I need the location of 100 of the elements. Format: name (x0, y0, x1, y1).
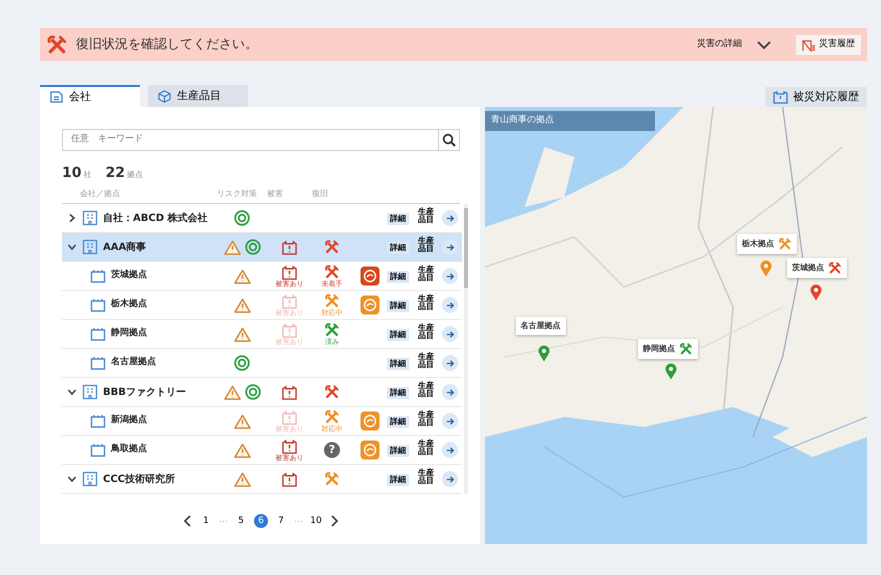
map-title: 青山商事の拠点 (485, 111, 655, 130)
map-pin-icon[interactable] (538, 345, 550, 362)
count-value: 10 (62, 165, 82, 181)
building-icon (82, 471, 98, 487)
detail-button[interactable]: 詳細 (387, 270, 409, 283)
page-ellipsis: … (219, 514, 228, 528)
products-link[interactable]: 生産品目 (417, 440, 435, 457)
arrow-right-icon[interactable] (442, 355, 458, 371)
map-callout[interactable]: 茨城拠点 (786, 258, 847, 278)
row-name: 栃木拠点 (111, 298, 147, 312)
map-pin-icon[interactable] (664, 362, 677, 380)
arrow-right-icon[interactable] (442, 326, 458, 342)
building-icon (90, 414, 106, 428)
map-callout[interactable]: 名古屋拠点 (516, 316, 566, 335)
building-icon (90, 356, 106, 370)
detail-button[interactable]: 詳細 (387, 444, 409, 457)
arrow-right-icon[interactable] (442, 442, 458, 458)
detail-button[interactable]: 詳細 (387, 474, 409, 486)
caret-icon[interactable] (67, 474, 77, 484)
chevron-right-icon[interactable] (329, 515, 339, 527)
row-name: 新潟拠点 (111, 414, 147, 428)
alert-icon[interactable] (360, 266, 380, 286)
disaster-detail-toggle[interactable]: 災害の詳細 (691, 34, 748, 54)
building-icon (82, 210, 98, 226)
table-row[interactable]: BBBファクトリー 詳細 生産品目 (62, 378, 462, 407)
row-name: CCC技術研究所 (103, 472, 176, 486)
column-header: 会社／拠点 (80, 188, 120, 200)
column-header: 被害 (267, 188, 283, 200)
site-label: 静岡拠点 (642, 342, 675, 355)
row-name: 名古屋拠点 (111, 356, 156, 370)
arrow-right-icon[interactable] (442, 210, 458, 226)
row-name: AAA商事 (103, 240, 146, 254)
disaster-history-button[interactable]: 災害履歴 (796, 34, 861, 54)
building-icon (90, 298, 106, 312)
chevron-left-icon[interactable] (183, 515, 193, 527)
column-header: リスク対策 (217, 188, 257, 200)
detail-button[interactable]: 詳細 (387, 386, 409, 399)
detail-button[interactable]: 詳細 (387, 242, 409, 254)
page-button[interactable]: 10 (309, 514, 323, 528)
row-name: 鳥取拠点 (111, 443, 147, 456)
table-row[interactable]: AAA商事 詳細 生産品目 (62, 233, 462, 262)
scrollbar[interactable] (464, 204, 468, 494)
caret-icon[interactable] (67, 387, 77, 397)
products-link[interactable]: 生産品目 (417, 353, 435, 370)
building-icon (773, 90, 788, 104)
tab[interactable]: 生産品目 (148, 85, 248, 107)
products-link[interactable]: 生産品目 (417, 266, 435, 283)
arrow-right-icon[interactable] (442, 471, 458, 487)
row-name: 自社：ABCD 株式会社 (103, 212, 208, 226)
map-callout[interactable]: 静岡拠点 (638, 338, 698, 359)
arrow-right-icon[interactable] (442, 413, 458, 429)
building-icon (90, 443, 106, 457)
building-icon (82, 239, 98, 255)
products-link[interactable]: 生産品目 (417, 324, 435, 341)
search-field[interactable]: 任意 キーワード (62, 129, 438, 151)
products-link[interactable]: 生産品目 (417, 295, 435, 312)
row-name: BBBファクトリー (103, 386, 186, 400)
arrow-right-icon[interactable] (442, 239, 458, 255)
row-name: 静岡拠点 (111, 327, 147, 340)
arrow-right-icon[interactable] (442, 268, 458, 284)
detail-button[interactable]: 詳細 (387, 416, 409, 428)
page-ellipsis: … (294, 514, 303, 528)
response-history-button[interactable]: 被災対応履歴 (765, 87, 867, 107)
chevron-down-icon[interactable] (756, 40, 772, 50)
products-link[interactable]: 生産品目 (417, 469, 435, 486)
detail-button[interactable]: 詳細 (387, 212, 409, 225)
tab[interactable]: 会社 (40, 85, 140, 107)
page-button[interactable]: 6 (254, 514, 268, 528)
page-button[interactable]: 1 (199, 514, 213, 528)
building-icon (90, 269, 106, 283)
arrow-right-icon[interactable] (442, 297, 458, 313)
page-button[interactable]: 5 (234, 514, 248, 528)
tools-icon (46, 34, 68, 56)
page-button[interactable]: 7 (274, 514, 288, 528)
count-unit: 社 (83, 170, 92, 179)
count-value: 22 (105, 165, 125, 181)
site-label: 栃木拠点 (742, 238, 774, 250)
document-icon (50, 91, 63, 103)
arrow-right-icon[interactable] (442, 384, 458, 400)
count-unit: 拠点 (126, 170, 143, 179)
detail-button[interactable]: 詳細 (387, 358, 409, 370)
products-link[interactable]: 生産品目 (417, 208, 435, 225)
products-link[interactable]: 生産品目 (417, 411, 435, 428)
caret-icon[interactable] (67, 242, 77, 252)
detail-button[interactable]: 詳細 (387, 300, 409, 312)
map-callout[interactable]: 栃木拠点 (737, 234, 798, 254)
table-row[interactable]: CCC技術研究所 詳細 生産品目 (62, 465, 462, 494)
products-link[interactable]: 生産品目 (417, 382, 435, 399)
table-row[interactable]: 名古屋拠点 詳細 生産品目 (62, 349, 462, 378)
caret-icon[interactable] (67, 213, 77, 223)
detail-button[interactable]: 詳細 (387, 328, 409, 341)
row-name: 茨城拠点 (111, 269, 147, 282)
building-icon (90, 327, 106, 341)
building-icon (82, 384, 98, 400)
products-link[interactable]: 生産品目 (417, 237, 435, 254)
map-pin-icon[interactable] (810, 284, 822, 301)
site-label: 名古屋拠点 (520, 320, 561, 332)
search-icon[interactable] (438, 129, 460, 151)
column-header: 復旧 (312, 188, 328, 200)
unknown-status-icon: ? (324, 442, 340, 458)
